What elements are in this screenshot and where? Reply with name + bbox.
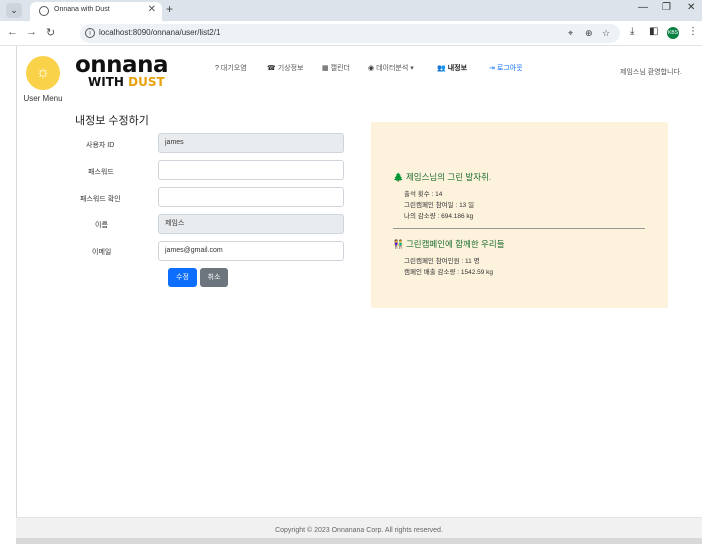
globe-icon: ◉ [368, 65, 375, 72]
name-field[interactable]: 제임스 [158, 214, 344, 234]
campaign-participants: 그린캠페인 참여인원 : 11 명 [404, 258, 480, 265]
save-button[interactable]: 수정 [168, 268, 197, 287]
users-icon: 👥 [437, 65, 446, 72]
new-tab-button[interactable]: + [166, 2, 173, 16]
tab-title: Onnana with Dust [54, 6, 110, 13]
browser-tab-strip: ⌄ Onnana with Dust ✕ + — ❐ ✕ [0, 0, 702, 21]
welcome-message: 제임스님 환영합니다. [620, 69, 682, 76]
location-icon[interactable]: ⌖ [568, 28, 573, 39]
nav-my-info[interactable]: 👥 내정보 [437, 63, 467, 73]
forward-icon[interactable]: → [26, 26, 37, 38]
address-bar[interactable]: i localhost:8090/onnana/user/list2/1 ⌖ ⊕… [80, 24, 620, 43]
logo-subtext: WITH DUST [88, 75, 165, 89]
site-logo[interactable]: onnana WITH DUST [75, 52, 168, 89]
reload-icon[interactable]: ↻ [46, 26, 55, 39]
question-icon: ? [215, 65, 219, 72]
campaign-reduction: 캠페인 배출 감소량 : 1542.59 kg [404, 269, 494, 276]
user-id-label: 사용자 ID [86, 142, 115, 149]
logo-text: onnana [75, 52, 168, 78]
close-tab-icon[interactable]: ✕ [148, 4, 156, 15]
logo-dust: DUST [128, 75, 165, 89]
email-field[interactable]: james@gmail.com [158, 241, 344, 261]
name-label: 이름 [95, 222, 108, 229]
nav-logout[interactable]: ⇥ 로그아웃 [489, 63, 523, 73]
password-confirm-field[interactable] [158, 187, 344, 207]
site-info-icon[interactable]: i [85, 28, 95, 38]
password-confirm-label: 패스워드 확인 [80, 196, 121, 203]
back-icon[interactable]: ← [7, 26, 18, 38]
nav-calendar[interactable]: ▦ 캘린더 [322, 63, 350, 73]
address-url[interactable]: localhost:8090/onnana/user/list2/1 [99, 28, 220, 37]
logout-icon: ⇥ [489, 65, 495, 72]
globe-icon [39, 6, 49, 16]
user-menu-label[interactable]: User Menu [13, 94, 73, 103]
browser-tab[interactable]: Onnana with Dust ✕ [30, 2, 162, 21]
my-reduction: 나의 감소량 : 694.186 kg [404, 213, 474, 220]
bottom-edge [16, 538, 702, 544]
cancel-button[interactable]: 취소 [200, 268, 228, 287]
password-label: 패스워드 [88, 169, 114, 176]
campaign-heading: 👫 그린캠페인에 함께한 우리들 [393, 239, 505, 249]
calendar-icon: ▦ [322, 65, 329, 72]
user-id-field[interactable]: james [158, 133, 344, 153]
minimize-window-icon[interactable]: — [638, 2, 648, 13]
bookmark-star-icon[interactable]: ☆ [602, 28, 610, 39]
profile-avatar[interactable]: KBS [667, 27, 679, 39]
close-window-icon[interactable]: ✕ [687, 2, 695, 13]
nav-data-analysis[interactable]: ◉ 데이터분석 ▾ [368, 63, 414, 73]
download-icon[interactable]: ⤓ [630, 26, 634, 37]
footprint-heading: 🌲 제임스님의 그린 발자취. [393, 172, 492, 182]
panel-divider [393, 228, 645, 229]
campaign-days: 그린캠페인 참여일 : 13 일 [404, 202, 475, 209]
nav-air-pollution[interactable]: ? 대기오염 [215, 63, 247, 73]
sun-icon[interactable]: ☼ [26, 56, 60, 90]
green-footprint-panel: 🌲 제임스님의 그린 발자취. 출석 횟수 : 14 그린캠페인 참여일 : 1… [371, 122, 668, 308]
browser-menu-icon[interactable]: ⋮ [688, 26, 698, 37]
zoom-icon[interactable]: ⊕ [585, 28, 593, 39]
restore-window-icon[interactable]: ❐ [662, 2, 671, 13]
tab-search-dropdown-icon[interactable]: ⌄ [6, 3, 22, 18]
nav-weather[interactable]: ☎ 기상정보 [267, 63, 304, 73]
user-menu[interactable]: ☼ User Menu [13, 52, 73, 103]
page-title: 내정보 수정하기 [75, 115, 149, 127]
attendance-count: 출석 횟수 : 14 [404, 191, 443, 198]
side-panel-icon[interactable]: ◧ [649, 26, 658, 37]
password-field[interactable] [158, 160, 344, 180]
browser-toolbar: ← → ↻ i localhost:8090/onnana/user/list2… [0, 21, 702, 46]
email-label: 이메일 [92, 249, 112, 256]
phone-icon: ☎ [267, 65, 276, 72]
left-gutter [0, 46, 16, 544]
